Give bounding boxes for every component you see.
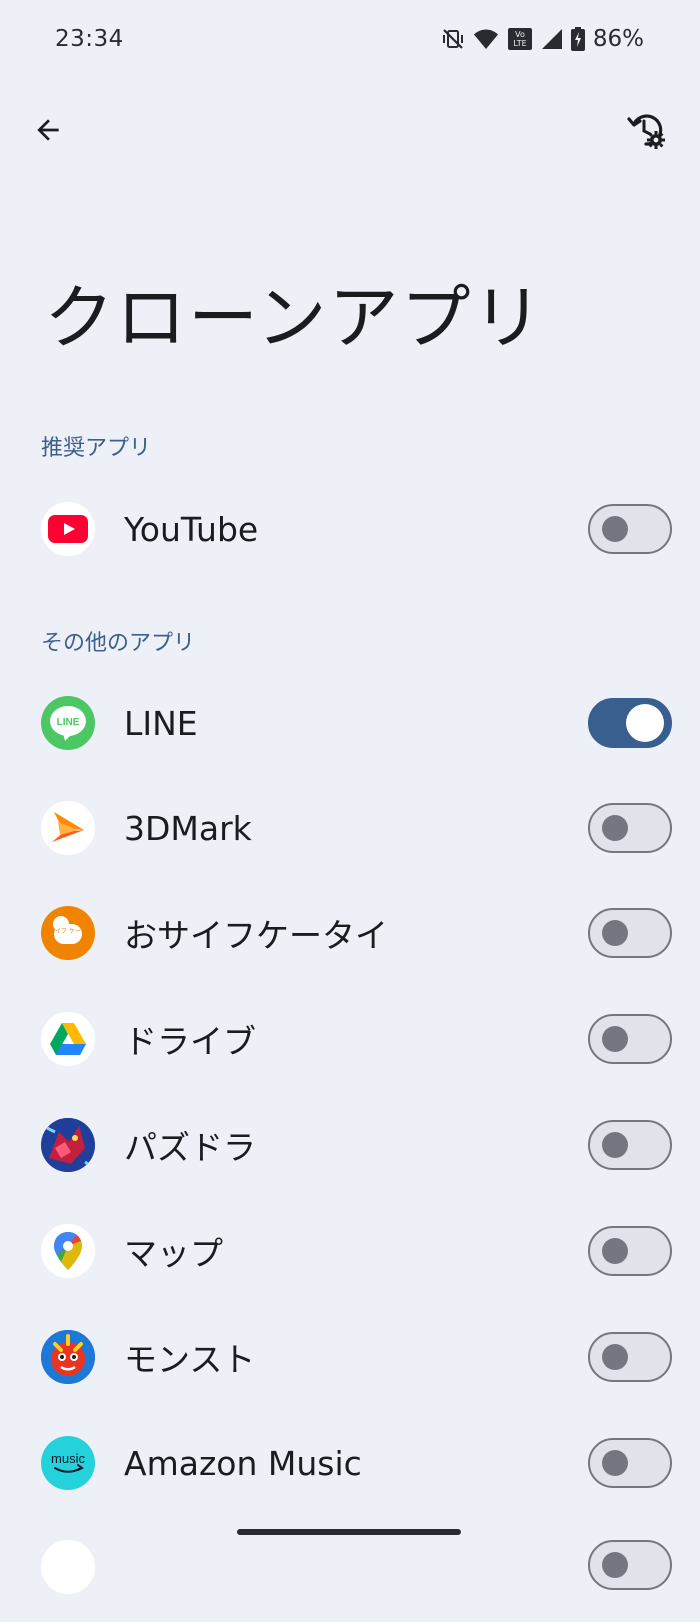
osaifu-keitai-icon: おサイフ ケータイ bbox=[41, 906, 95, 960]
puzzle-dragons-icon bbox=[41, 1118, 95, 1172]
app-label: マップ bbox=[124, 1234, 223, 1273]
svg-text:music: music bbox=[51, 1451, 85, 1466]
volte-icon: Vo LTE bbox=[507, 27, 533, 51]
app-row-monster-strike[interactable]: モンスト bbox=[0, 1304, 700, 1410]
wifi-icon bbox=[473, 28, 499, 50]
monster-strike-icon bbox=[41, 1330, 95, 1384]
app-row-amazon-music[interactable]: music Amazon Music bbox=[0, 1410, 700, 1516]
section-header-other: その他のアプリ bbox=[41, 631, 196, 656]
3dmark-icon bbox=[41, 801, 95, 855]
status-time: 23:34 bbox=[55, 26, 124, 52]
clone-toggle[interactable] bbox=[588, 1332, 672, 1382]
app-bar bbox=[0, 100, 700, 160]
app-label: YouTube bbox=[124, 509, 259, 549]
app-icon-partial bbox=[41, 1540, 95, 1594]
battery-percentage: 86% bbox=[592, 26, 644, 52]
section-header-recommended: 推奨アプリ bbox=[41, 436, 152, 461]
history-settings-button[interactable] bbox=[620, 104, 672, 156]
svg-text:LTE: LTE bbox=[513, 39, 526, 48]
app-label: おサイフケータイ bbox=[124, 916, 388, 955]
svg-text:おサイフ ケータイ: おサイフ ケータイ bbox=[43, 927, 93, 935]
app-row-line[interactable]: LINE LINE bbox=[0, 670, 700, 776]
battery-charging-icon bbox=[570, 27, 585, 51]
page-title: クローンアプリ bbox=[44, 277, 545, 359]
status-bar: 23:34 Vo LTE 86% bbox=[0, 0, 700, 82]
app-row-osaifu-keitai[interactable]: おサイフ ケータイ おサイフケータイ bbox=[0, 880, 700, 986]
history-settings-icon bbox=[627, 114, 665, 149]
app-label: LINE bbox=[124, 703, 198, 743]
clone-toggle[interactable] bbox=[588, 1540, 672, 1590]
youtube-icon bbox=[41, 502, 95, 556]
clone-toggle[interactable] bbox=[588, 1226, 672, 1276]
back-button[interactable] bbox=[24, 106, 72, 154]
gesture-nav-handle[interactable] bbox=[237, 1529, 461, 1535]
google-maps-icon bbox=[41, 1224, 95, 1278]
app-row-puzzle-dragons[interactable]: パズドラ bbox=[0, 1092, 700, 1198]
app-label: 3DMark bbox=[124, 808, 252, 848]
app-label: パズドラ bbox=[124, 1128, 256, 1167]
google-drive-icon bbox=[41, 1012, 95, 1066]
app-label: ドライブ bbox=[124, 1022, 256, 1061]
app-row-youtube[interactable]: YouTube bbox=[0, 476, 700, 582]
svg-text:LINE: LINE bbox=[57, 717, 80, 728]
clone-toggle[interactable] bbox=[588, 803, 672, 853]
line-icon: LINE bbox=[41, 696, 95, 750]
svg-text:Vo: Vo bbox=[515, 30, 525, 39]
app-row-drive[interactable]: ドライブ bbox=[0, 986, 700, 1092]
clone-toggle[interactable] bbox=[588, 1014, 672, 1064]
app-label: モンスト bbox=[124, 1340, 256, 1379]
app-row-maps[interactable]: マップ bbox=[0, 1198, 700, 1304]
vibrate-off-icon bbox=[441, 27, 465, 51]
status-icons: Vo LTE 86% bbox=[441, 26, 644, 52]
clone-toggle[interactable] bbox=[588, 908, 672, 958]
arrow-back-icon bbox=[37, 119, 59, 141]
amazon-music-icon: music bbox=[41, 1436, 95, 1490]
clone-toggle[interactable] bbox=[588, 1120, 672, 1170]
cell-signal-icon bbox=[541, 28, 563, 50]
clone-toggle[interactable] bbox=[588, 1438, 672, 1488]
clone-toggle[interactable] bbox=[588, 504, 672, 554]
clone-toggle[interactable] bbox=[588, 698, 672, 748]
app-label: Amazon Music bbox=[124, 1443, 362, 1483]
app-row-3dmark[interactable]: 3DMark bbox=[0, 775, 700, 881]
